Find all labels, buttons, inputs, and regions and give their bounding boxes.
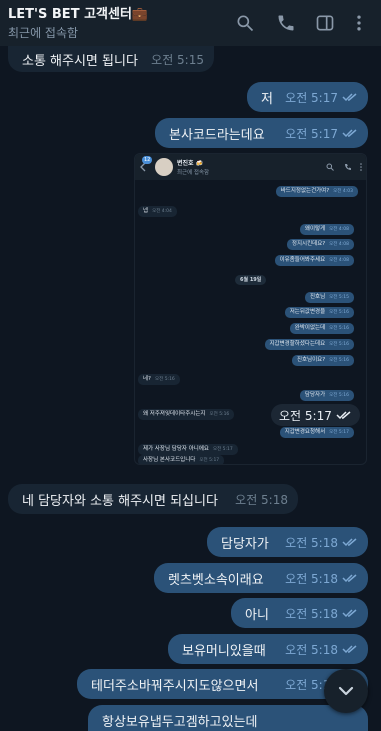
message-text: 테더주소바꿔주시지도않으면서 <box>91 678 259 694</box>
message-list[interactable]: 소통 해주시면 됩니다 오전 5:15 저 오전 5:17 본사코드라는데요 오… <box>0 46 381 731</box>
screenshot-message: 왜 저주져잊데이타주시는지 오전 5:16 <box>138 409 235 420</box>
scroll-to-bottom-button[interactable] <box>324 669 368 713</box>
read-ticks-icon <box>342 93 357 102</box>
message-text: 저 <box>261 91 273 107</box>
search-icon <box>326 163 334 171</box>
screenshot-message: 바드지정없는건가여? 오전 4:03 <box>275 186 358 197</box>
message-bubble[interactable]: 소통 해주시면 됩니다 오전 5:15 <box>8 46 214 72</box>
avatar <box>155 158 173 176</box>
message-bubble[interactable]: 저 오전 5:17 <box>247 82 368 112</box>
message-time: 오전 5:18 <box>285 535 338 550</box>
screenshot-message: 네? 오전 5:16 <box>138 374 180 385</box>
message-text: 렛츠벳소속이래요 <box>168 572 264 588</box>
screenshot-message: 진호님 오전 5:15 <box>304 292 354 303</box>
message-text: 담당자가 <box>221 536 269 552</box>
message-bubble[interactable]: 담당자가 오전 5:18 <box>207 527 368 557</box>
screenshot-message: 완박이없는데 오전 5:16 <box>289 323 354 334</box>
message-bubble[interactable]: 렛츠벳소속이래요 오전 5:18 <box>154 563 368 593</box>
read-ticks-icon <box>342 574 357 583</box>
unread-badge: 12 <box>142 156 153 164</box>
screenshot-message: 사장님 본사코드입니다 오전 5:17 <box>138 455 225 464</box>
chat-header: LET'S BET 고객센터💼 최근에 접속함 <box>0 0 381 46</box>
screenshot-message: 지갑변경할하셨다는데요 오전 5:16 <box>264 339 354 350</box>
read-ticks-icon <box>342 129 357 138</box>
read-ticks-icon <box>342 609 357 618</box>
chat-title[interactable]: LET'S BET 고객센터💼 <box>8 3 148 22</box>
message-text: 본사코드라는데요 <box>169 127 265 143</box>
screenshot-message: 지갑변경요청해서 오전 5:17 <box>279 427 354 438</box>
message-time: 오전 5:18 <box>285 606 338 621</box>
date-separator: 6월 19일 <box>235 275 267 285</box>
screenshot-message: 제가 사장님 담당자 아니에요 오전 5:17 <box>138 444 238 455</box>
screenshot-header: 12 변진호 🍻 최근에 접속함 <box>135 154 366 180</box>
chevron-down-icon <box>338 686 354 696</box>
message-text: 항상보유냅두고겜하고있는데 <box>102 714 258 730</box>
screenshot-contact-status: 최근에 접속함 <box>177 170 210 176</box>
screenshot-message: 저는뒤값변경을 오전 5:16 <box>284 307 354 318</box>
message-time: 오전 5:18 <box>285 571 338 586</box>
message-time: 오전 5:18 <box>285 642 338 657</box>
screenshot-message: 이유좀들어봐주세요 오전 4:08 <box>274 255 354 266</box>
message-time: 오전 5:15 <box>151 52 204 67</box>
message-text: 아니 <box>245 607 269 623</box>
image-timestamp: 오전 5:17 <box>271 404 360 426</box>
screenshot-message: 왜이렇게 오전 4:08 <box>299 224 354 235</box>
screenshot-message: 담당자가 오전 5:16 <box>299 390 354 401</box>
read-ticks-icon <box>336 411 351 420</box>
read-ticks-icon <box>342 645 357 654</box>
screenshot-message: 진호님이요? 오전 5:16 <box>291 355 354 366</box>
screenshot-contact-name: 변진호 🍻 <box>177 160 204 167</box>
more-vert-icon <box>360 163 362 171</box>
read-ticks-icon <box>342 538 357 547</box>
sidebar-toggle-icon[interactable] <box>313 11 337 35</box>
message-bubble[interactable]: 항상보유냅두고겜하고있는데 <box>88 705 368 731</box>
message-bubble[interactable]: 보유머니있을때 오전 5:18 <box>168 634 368 664</box>
phone-icon[interactable] <box>274 11 298 35</box>
more-vert-icon[interactable] <box>347 11 371 35</box>
phone-icon <box>345 164 351 170</box>
screenshot-message: 넵 오전 4:04 <box>138 206 177 217</box>
message-bubble[interactable]: 본사코드라는데요 오전 5:17 <box>155 118 368 148</box>
message-text: 소통 해주시면 됩니다 <box>22 53 138 69</box>
search-icon[interactable] <box>233 11 257 35</box>
message-bubble[interactable]: 아니 오전 5:18 <box>231 598 368 628</box>
message-text: 네 담당자와 소통 해주시면 되십니다 <box>22 493 218 509</box>
message-text: 보유머니있을때 <box>182 643 266 659</box>
message-time: 오전 5:18 <box>235 492 288 507</box>
message-time: 오전 5:17 <box>285 126 338 141</box>
message-time: 오전 5:17 <box>285 90 338 105</box>
message-bubble[interactable]: 네 담당자와 소통 해주시면 되십니다 오전 5:18 <box>8 484 298 514</box>
chat-status: 최근에 접속함 <box>8 26 79 40</box>
screenshot-message: 정지시킨데요? 오전 4:08 <box>286 239 354 250</box>
message-time: 오전 5:17 <box>279 408 332 423</box>
